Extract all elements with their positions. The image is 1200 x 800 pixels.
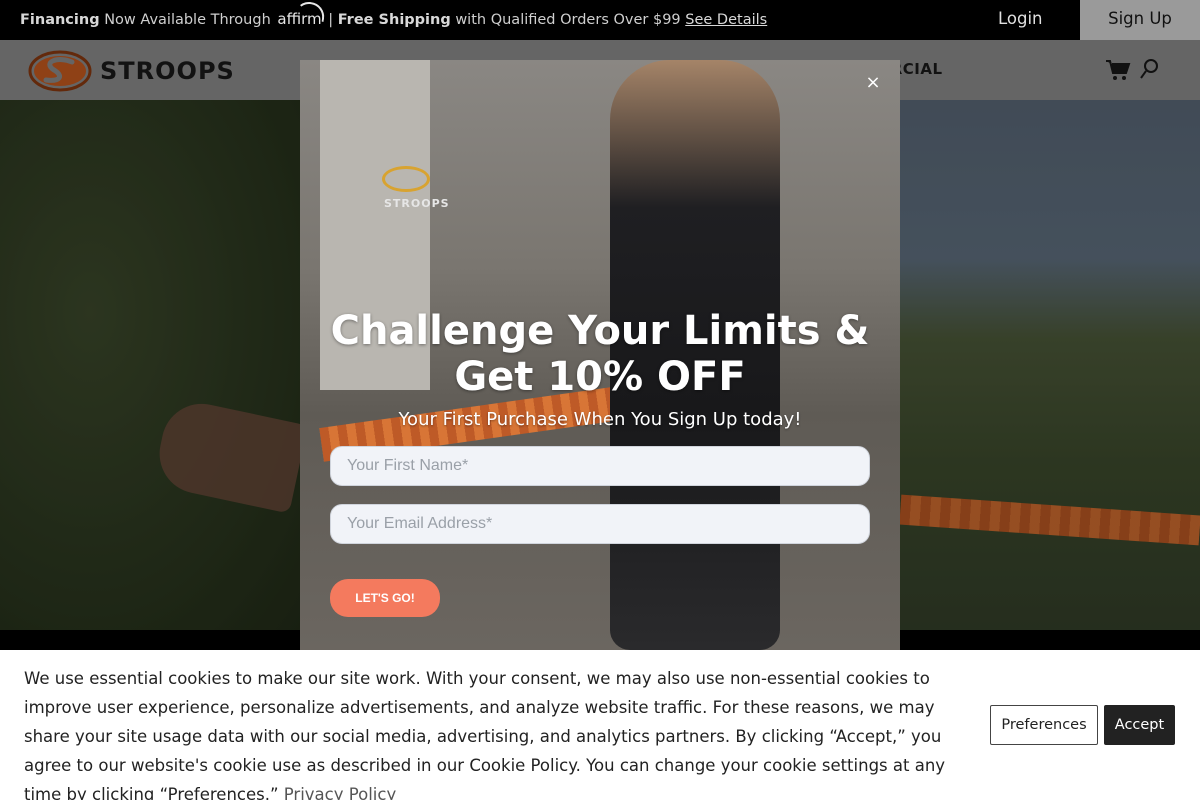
modal-title: Challenge Your Limits & Get 10% OFF [300, 308, 900, 400]
close-icon[interactable]: × [862, 72, 884, 94]
financing-label: Financing [20, 12, 100, 28]
search-icon[interactable] [1140, 58, 1160, 80]
promo-text: Financing Now Available Through affirm |… [20, 0, 767, 28]
shipping-text: with Qualified Orders Over $99 [455, 12, 681, 28]
promo-separator: | [328, 12, 334, 28]
shirt-brand: STROOPS [384, 197, 450, 210]
cart-icon[interactable] [1105, 58, 1131, 82]
lets-go-button[interactable]: LET'S GO! [330, 579, 440, 617]
login-link[interactable]: Login [998, 9, 1043, 28]
free-shipping-label: Free Shipping [337, 12, 451, 28]
cookie-banner: We use essential cookies to make our sit… [0, 650, 1200, 800]
accept-button[interactable]: Accept [1104, 705, 1175, 745]
affirm-logo: affirm [277, 0, 327, 28]
modal-title-line2: Get 10% OFF [454, 354, 746, 400]
email-field[interactable] [330, 504, 870, 544]
promo-bar: Financing Now Available Through affirm |… [0, 0, 1200, 40]
privacy-policy-link[interactable]: Privacy Policy [284, 785, 396, 800]
modal-subtitle: Your First Purchase When You Sign Up tod… [398, 409, 802, 430]
cookie-message: We use essential cookies to make our sit… [24, 669, 946, 800]
cookie-text: We use essential cookies to make our sit… [24, 664, 974, 800]
first-name-field[interactable] [330, 446, 870, 486]
see-details-link[interactable]: See Details [685, 12, 767, 28]
financing-text: Now Available Through [104, 12, 271, 28]
shirt-logo-icon [382, 166, 430, 192]
signup-button[interactable]: Sign Up [1080, 0, 1200, 40]
modal-title-line1: Challenge Your Limits & [330, 308, 870, 354]
preferences-button[interactable]: Preferences [990, 705, 1098, 745]
